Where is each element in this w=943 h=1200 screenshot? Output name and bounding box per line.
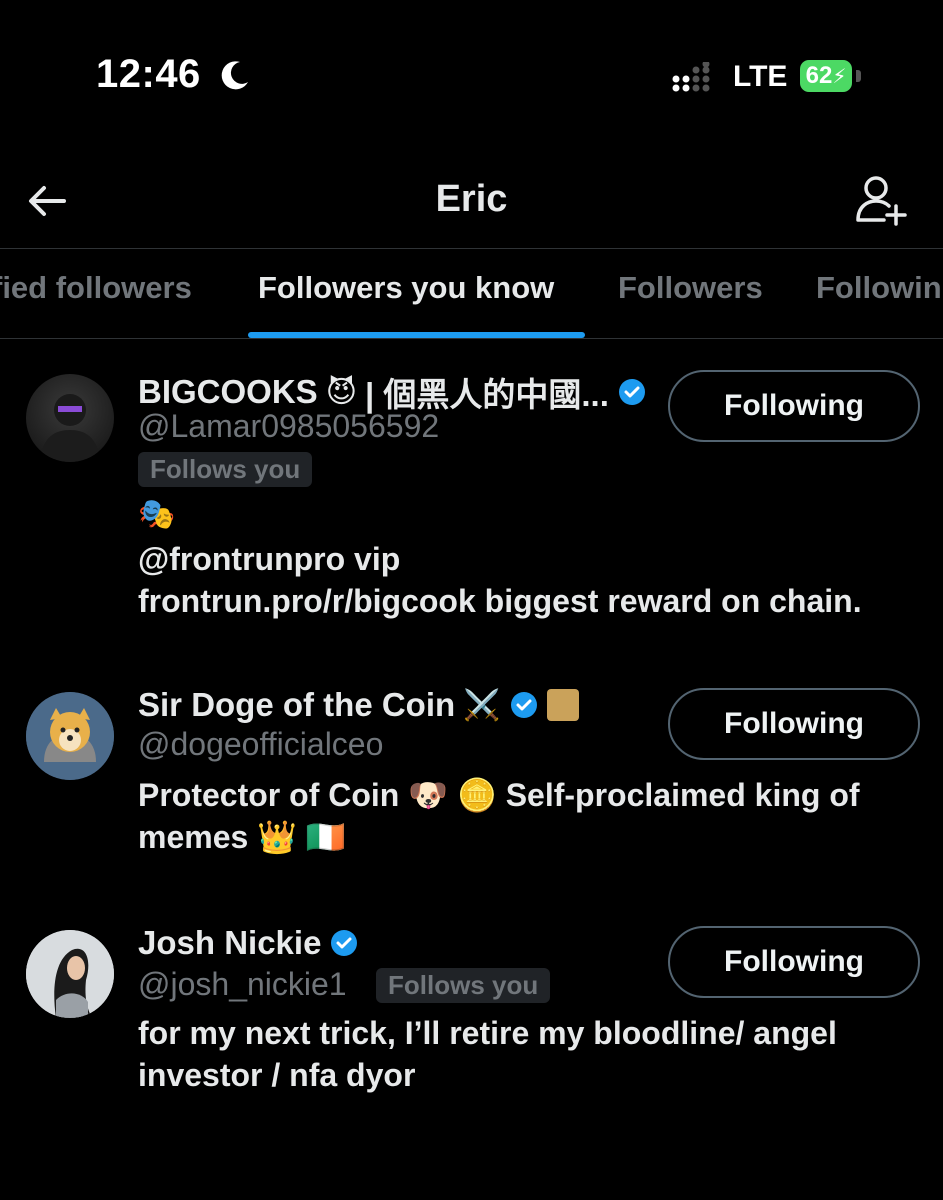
crossed-swords-emoji-icon: ⚔️ — [463, 688, 501, 722]
battery-cap — [856, 70, 861, 82]
tab-verified-followers[interactable]: fied followers — [0, 270, 192, 306]
following-button[interactable]: Following — [668, 370, 920, 442]
tab-followers-you-know[interactable]: Followers you know — [258, 270, 554, 306]
avatar[interactable] — [26, 374, 114, 462]
network-type: LTE — [733, 60, 788, 93]
display-name: Sir Doge of the Coin — [138, 686, 456, 723]
display-name: Josh Nickie — [138, 924, 322, 961]
display-name: BIGCOOKS — [138, 373, 318, 410]
user-handle: @dogeofficialceo — [138, 726, 384, 762]
user-bio: Protector of Coin 🐶 🪙 Self-proclaimed ki… — [138, 774, 928, 858]
bio-line: investor / nfa dyor — [138, 1057, 416, 1093]
page-title: Eric — [435, 178, 508, 220]
moon-icon — [221, 61, 248, 90]
following-button[interactable]: Following — [668, 688, 920, 760]
avatar-image — [40, 394, 100, 462]
user-handle: @Lamar0985056592 — [138, 408, 440, 444]
status-bar: 12:46 LTE 62 ⚡ — [0, 0, 943, 150]
avatar[interactable] — [26, 930, 114, 1018]
follows-you-badge: Follows you — [376, 968, 551, 1003]
battery-icon: 62 ⚡ — [800, 60, 852, 92]
verified-badge-icon — [618, 379, 645, 405]
doge-avatar-image — [26, 692, 114, 780]
bio-line: for my next trick, I’ll retire my bloodl… — [138, 1015, 837, 1051]
avatar-image — [26, 930, 114, 1018]
following-button[interactable]: Following — [668, 926, 920, 998]
display-name-line: Josh Nickie — [138, 924, 359, 962]
header-divider — [0, 248, 943, 249]
doge-badge-icon — [546, 689, 579, 721]
coin-emoji-icon: 🪙 — [456, 777, 497, 813]
dog-face-emoji-icon: 🐶 — [408, 777, 449, 813]
theater-masks-emoji-icon: 🎭 — [138, 498, 176, 531]
person-add-icon[interactable] — [850, 170, 910, 230]
user-bio: for my next trick, I’ll retire my bloodl… — [138, 1012, 928, 1096]
avatar[interactable] — [26, 692, 114, 780]
battery-level: 62 — [805, 62, 833, 89]
bio-text: Self-proclaimed king of — [505, 777, 860, 813]
crown-emoji-icon: 👑 — [257, 819, 298, 855]
user-row-bigcooks[interactable]: BIGCOOKS 😈 | 個黑人的中國... @Lamar0985056592 … — [0, 360, 943, 650]
user-bio: @frontrunpro vip frontrun.pro/r/bigcook … — [138, 538, 928, 622]
bio-line: frontrun.pro/r/bigcook biggest reward on… — [138, 583, 862, 619]
profile-header: Eric — [0, 160, 943, 248]
user-row-josh-nickie[interactable]: Josh Nickie @josh_nickie1 Follows you fo… — [0, 916, 943, 1116]
bio-text: Protector of Coin — [138, 777, 400, 813]
smiling-devil-emoji-icon: 😈 — [325, 375, 357, 409]
ireland-flag-emoji-icon: 🇮🇪 — [305, 819, 346, 855]
user-handle: @josh_nickie1 — [138, 966, 347, 1002]
verified-badge-icon — [510, 692, 537, 718]
status-time: 12:46 — [96, 52, 201, 96]
follows-you-badge: Follows you — [138, 452, 313, 487]
tab-following[interactable]: Followin — [816, 270, 942, 306]
tab-followers[interactable]: Followers — [618, 270, 763, 306]
display-name-line: Sir Doge of the Coin ⚔️ — [138, 686, 579, 724]
signal-icon — [672, 62, 710, 92]
user-row-sir-doge[interactable]: Sir Doge of the Coin ⚔️ @dogeofficialceo… — [0, 678, 943, 878]
bio-line: @frontrunpro vip — [138, 541, 401, 577]
verified-badge-icon — [331, 930, 358, 956]
tab-bar: fied followers Followers you know Follow… — [0, 250, 943, 338]
bio-text: memes — [138, 819, 249, 855]
tabs-divider — [0, 338, 943, 339]
